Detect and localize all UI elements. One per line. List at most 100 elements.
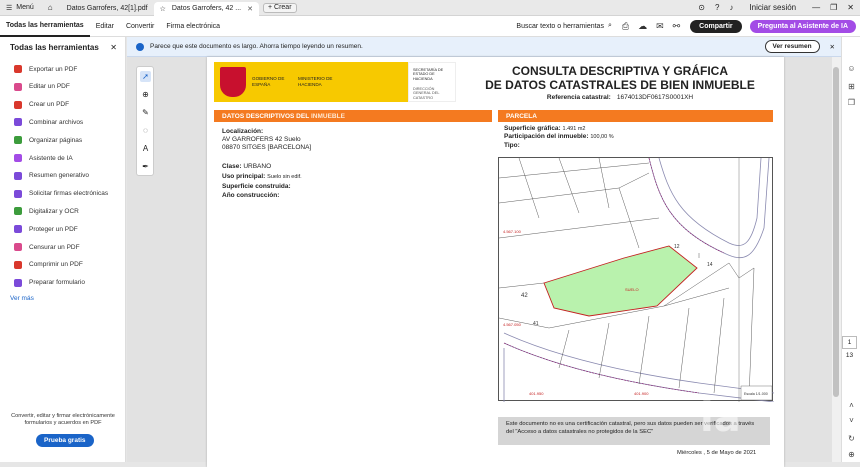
maximize-icon[interactable]: ❐ (830, 3, 837, 12)
location-line-2: 08870 SITGES [BARCELONA] (222, 144, 312, 151)
tab-label: Datos Garrofers, 42 ... (171, 5, 242, 12)
section-title-a: DATOS DESCRIPTIVOS DEL (222, 112, 310, 120)
summary-icon (14, 171, 22, 180)
cadastral-map[interactable]: SUELO 42 41 14 12 4.567.100 4.567.050 40… (498, 157, 775, 403)
zoom-icon[interactable]: ⊕ (140, 89, 151, 100)
notifications-icon[interactable]: ⊙ (698, 3, 705, 12)
bell-icon[interactable]: ♪ (729, 3, 733, 12)
sidebar-tool-item[interactable]: Crear un PDF (14, 100, 70, 109)
app-menu-button[interactable]: ☰ Menú (0, 0, 40, 16)
share-button[interactable]: Compartir (690, 19, 742, 33)
lasso-icon[interactable]: ◌ (140, 125, 151, 136)
title-line-1: CONSULTA DESCRIPTIVA Y GRÁFICA (511, 64, 728, 78)
sidebar-tool-label: Asistente de IA (29, 154, 73, 162)
create-pdf-icon (14, 100, 22, 109)
close-tab-icon[interactable]: ✕ (247, 5, 253, 13)
tab-document-2[interactable]: ☆ Datos Garrofers, 42 ... ✕ (153, 1, 259, 16)
comment-icon[interactable]: ☺ (846, 63, 857, 74)
close-sidebar-icon[interactable]: ✕ (110, 43, 117, 52)
select-cursor-icon[interactable]: ➚ (140, 71, 151, 82)
section-bar-parcel: PARCELA (498, 110, 773, 122)
sidebar-tool-label: Crear un PDF (29, 101, 70, 109)
menu-edit[interactable]: Editar (90, 16, 120, 37)
logo-sec-text: SECRETARÍA DE ESTADO DE HACIENDA (413, 68, 444, 81)
pen-icon[interactable]: ✎ (140, 107, 151, 118)
see-more-link[interactable]: Ver más (10, 295, 34, 302)
ai-assistant-button[interactable]: Pregunta al Asistente de IA (749, 19, 856, 33)
new-tab-button[interactable]: + Crear (262, 2, 297, 13)
sign-in-link[interactable]: Iniciar sesión (749, 3, 796, 12)
sidebar-tool-item[interactable]: Preparar formulario (14, 278, 85, 287)
graphic-area-row: Superficie gráfica: 1.491 m2 (504, 125, 585, 133)
menu-esign[interactable]: Firma electrónica (160, 16, 226, 37)
sidebar-tool-item[interactable]: Editar un PDF (14, 82, 70, 91)
sidebar-tool-item[interactable]: Resumen generativo (14, 171, 89, 180)
sidebar-tool-item[interactable]: Digitalizar y OCR (14, 207, 79, 216)
mail-icon[interactable]: ✉ (656, 21, 664, 32)
refresh-icon[interactable]: ↻ (846, 433, 857, 444)
sidebar-tool-item[interactable]: Solicitar firmas electrónicas (14, 189, 109, 198)
section-bar-property: DATOS DESCRIPTIVOS DEL INMUEBLE (214, 110, 492, 122)
view-summary-button[interactable]: Ver resumen (764, 40, 820, 53)
info-icon (136, 42, 144, 51)
close-window-icon[interactable]: ✕ (847, 3, 854, 12)
close-notice-icon[interactable]: ✕ (830, 43, 835, 51)
sidebar-tool-item[interactable]: Exportar un PDF (14, 65, 77, 73)
sidebar-tool-label: Organizar páginas (29, 136, 83, 144)
tab-document-1[interactable]: Datos Garrofers, 42[1].pdf (61, 2, 154, 16)
current-page-input[interactable]: 1 (842, 336, 857, 349)
window-tab-bar: ☰ Menú ⌂ Datos Garrofers, 42[1].pdf ☆ Da… (0, 0, 860, 16)
sidebar-tool-item[interactable]: Organizar páginas (14, 136, 83, 145)
pages-icon[interactable]: ❒ (846, 97, 857, 108)
sidebar-tool-item[interactable]: Combinar archivos (14, 118, 83, 127)
built-area-label: Superficie construida: (222, 183, 291, 190)
sidebar-title: Todas las herramientas (10, 43, 99, 52)
stamp-icon[interactable]: ✒ (140, 161, 151, 172)
free-trial-button[interactable]: Prueba gratis (36, 434, 94, 447)
map-label-12: 12 (674, 244, 680, 250)
participation-value: 100,00 % (590, 134, 614, 140)
sidebar-tool-label: Proteger un PDF (29, 225, 78, 233)
year-row: Año construcción: (222, 192, 279, 200)
minimize-icon[interactable]: — (812, 3, 820, 12)
menu-all-tools[interactable]: Todas las herramientas (0, 16, 90, 37)
vertical-scrollbar[interactable] (832, 57, 841, 462)
link-icon[interactable]: ⚯ (673, 21, 681, 32)
use-label: Uso principal: (222, 173, 266, 180)
watermark: ia (700, 395, 741, 441)
scrollbar-thumb[interactable] (833, 67, 839, 397)
help-icon[interactable]: ? (715, 3, 719, 12)
cadastral-map-drawing: SUELO 42 41 14 12 4.567.100 4.567.050 40… (498, 157, 775, 403)
sidebar-tool-item[interactable]: Proteger un PDF (14, 225, 78, 234)
menu-convert[interactable]: Convertir (120, 16, 160, 37)
bookmark-icon[interactable]: ⊞ (846, 81, 857, 92)
logo-dir-text: DIRECCIÓN GENERAL DEL CATASTRO (413, 87, 440, 100)
map-coord-y1: 4.567.100 (503, 229, 522, 234)
section-parcel-title: PARCELA (506, 112, 537, 120)
sidebar-tool-label: Resumen generativo (29, 172, 89, 180)
search-tools[interactable]: Buscar texto o herramientas ⌕ (516, 22, 611, 30)
class-label: Clase: (222, 163, 242, 170)
type-row: Tipo: (504, 142, 520, 150)
page-down-icon[interactable]: ˅ (846, 415, 857, 426)
map-label-suelo: SUELO (625, 287, 639, 292)
promo-text: Convertir, editar y firmar electrónicame… (11, 413, 115, 426)
star-icon[interactable]: ☆ (160, 5, 166, 13)
graphic-area-label: Superficie gráfica: (504, 125, 561, 132)
sidebar-tool-label: Solicitar firmas electrónicas (29, 190, 109, 198)
title-line-2: DE DATOS CATASTRALES DE BIEN INMUEBLE (485, 78, 755, 92)
home-icon[interactable]: ⌂ (40, 3, 61, 12)
sidebar-tool-item[interactable]: Comprimir un PDF (14, 260, 83, 269)
class-row: Clase: URBANO (222, 163, 271, 171)
zoom-in-icon[interactable]: ⊕ (846, 449, 857, 460)
coat-of-arms-icon (220, 67, 246, 97)
participation-row: Participación del inmueble: 100,00 % (504, 133, 614, 141)
sidebar-tool-item[interactable]: Asistente de IA (14, 154, 73, 162)
toolbar-icons: ⎙ ☁ ✉ ⚯ (622, 21, 680, 32)
use-value: Suelo sin edif. (267, 174, 302, 180)
page-up-icon[interactable]: ˄ (846, 400, 857, 411)
text-box-icon[interactable]: A (140, 143, 151, 154)
upload-cloud-icon[interactable]: ☁ (638, 21, 647, 32)
print-icon[interactable]: ⎙ (622, 21, 629, 32)
sidebar-tool-item[interactable]: Censurar un PDF (14, 243, 80, 251)
